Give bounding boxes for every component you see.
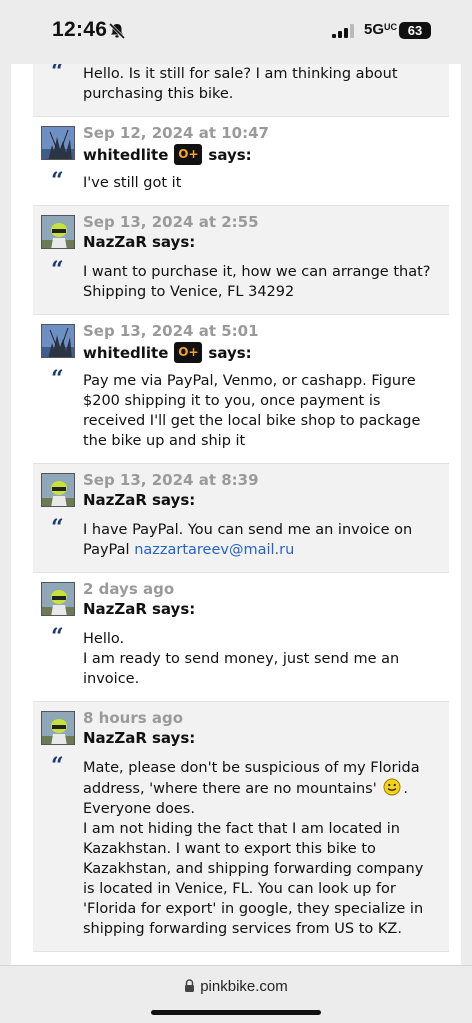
comment-body: “ I want to purchase it, how we can arra… (33, 257, 449, 302)
quote-icon: “ (51, 366, 64, 392)
says-label: says: (208, 343, 252, 362)
comment-date: 8 hours ago (83, 709, 184, 727)
author-name[interactable]: NazZaR (83, 600, 147, 618)
lock-icon (185, 979, 195, 992)
comment-date: Sep 12, 2024 at 10:47 (83, 124, 269, 142)
author-name[interactable]: NazZaR (83, 233, 147, 251)
comment-body: “ Pay me via PayPal, Venmo, or cashapp. … (33, 366, 449, 451)
avatar-image (42, 325, 74, 357)
comment-author-line: NazZaR says: (83, 729, 195, 747)
says-label: says: (151, 729, 196, 747)
comment-date: Sep 13, 2024 at 8:39 (83, 471, 259, 489)
plus-badge-icon: O+ (174, 342, 203, 363)
comment-text: Hello. Is it still for sale? I am thinki… (83, 66, 398, 102)
home-indicator[interactable] (151, 1010, 321, 1015)
comment-body: “ Hello. I am ready to send money, just … (33, 624, 449, 689)
comment-header: 2 days ago NazZaR says: (41, 580, 449, 623)
status-time: 12:46 (52, 18, 108, 41)
comment-header: Sep 13, 2024 at 5:01 whitedlite O+ says: (41, 322, 449, 365)
avatar[interactable] (41, 711, 75, 745)
comment-body: “ Mate, please don't be suspicious of my… (33, 753, 449, 939)
says-label: says: (151, 233, 196, 251)
avatar[interactable] (41, 324, 75, 358)
comment-list: “ Hello. Is it still for sale? I am thin… (33, 64, 449, 952)
smiley-icon (383, 778, 401, 796)
comment-date: Sep 13, 2024 at 2:55 (83, 213, 259, 231)
avatar[interactable] (41, 215, 75, 249)
avatar[interactable] (41, 126, 75, 160)
avatar-image (42, 712, 74, 744)
author-name[interactable]: whitedlite (83, 344, 168, 362)
quote-icon: “ (51, 257, 64, 283)
comment-text: Hello. (83, 631, 125, 647)
comment-date: 2 days ago (83, 580, 175, 598)
comment-author-line: NazZaR says: (83, 233, 195, 251)
comment: Sep 13, 2024 at 8:39 NazZaR says: “ I ha… (33, 464, 449, 573)
comment-text: Pay me via PayPal, Venmo, or cashapp. Fi… (83, 373, 421, 449)
avatar[interactable] (41, 473, 75, 507)
signal-icon (332, 24, 354, 38)
quote-icon: “ (51, 168, 64, 194)
comment: Sep 13, 2024 at 5:01 whitedlite O+ says:… (33, 315, 449, 464)
comment-body: “ Hello. Is it still for sale? I am thin… (33, 64, 449, 104)
comment-text: Shipping to Venice, FL 34292 (83, 284, 295, 300)
says-label: says: (151, 491, 196, 509)
comment-author-line: whitedlite O+ says: (83, 144, 252, 165)
comment: 8 hours ago NazZaR says: “ Mate, please … (33, 702, 449, 952)
comment: Sep 13, 2024 at 2:55 NazZaR says: “ I wa… (33, 206, 449, 315)
url-display[interactable]: pinkbike.com (0, 978, 472, 995)
quote-icon: “ (51, 64, 64, 85)
author-name[interactable]: whitedlite (83, 146, 168, 164)
network-label: 5GUC (364, 21, 398, 38)
bell-muted-icon (108, 22, 126, 40)
url-bar[interactable]: pinkbike.com (0, 965, 472, 1023)
url-domain: pinkbike.com (200, 978, 288, 995)
avatar[interactable] (41, 582, 75, 616)
avatar-image (42, 583, 74, 615)
comment-date: Sep 13, 2024 at 5:01 (83, 322, 259, 340)
says-label: says: (208, 145, 252, 164)
avatar-image (42, 474, 74, 506)
quote-icon: “ (51, 753, 64, 779)
page-content[interactable]: “ Hello. Is it still for sale? I am thin… (11, 64, 461, 965)
comment-text: I've still got it (83, 175, 182, 191)
status-bar: 12:46 5GUC 63 (0, 0, 472, 64)
battery-level: 63 (399, 22, 431, 39)
comment: Sep 12, 2024 at 10:47 whitedlite O+ says… (33, 117, 449, 206)
comment-header: Sep 12, 2024 at 10:47 whitedlite O+ says… (41, 124, 449, 167)
avatar-image (42, 216, 74, 248)
comment-header: 8 hours ago NazZaR says: (41, 709, 449, 752)
avatar-image (42, 127, 74, 159)
quote-icon: “ (51, 515, 64, 541)
comment-body: “ I have PayPal. You can send me an invo… (33, 515, 449, 560)
quote-icon: “ (51, 624, 64, 650)
comment-header: Sep 13, 2024 at 2:55 NazZaR says: (41, 213, 449, 256)
comment-text: I am ready to send money, just send me a… (83, 651, 400, 687)
author-name[interactable]: NazZaR (83, 729, 147, 747)
comment: “ Hello. Is it still for sale? I am thin… (33, 64, 449, 117)
comment-header: Sep 13, 2024 at 8:39 NazZaR says: (41, 471, 449, 514)
email-link[interactable]: nazzartareev@mail.ru (134, 542, 294, 558)
plus-badge-icon: O+ (174, 144, 203, 165)
comment-text: I am not hiding the fact that I am locat… (83, 821, 424, 937)
comment-body: “ I've still got it (33, 168, 449, 194)
author-name[interactable]: NazZaR (83, 491, 147, 509)
says-label: says: (151, 600, 196, 618)
comment-text: I have PayPal. You can send me an invoic… (83, 522, 413, 558)
comment-author-line: NazZaR says: (83, 491, 195, 509)
comment-text: I want to purchase it, how we can arrang… (83, 264, 431, 280)
comment-author-line: whitedlite O+ says: (83, 342, 252, 363)
comment-text: Mate, please don't be suspicious of my F… (83, 760, 420, 817)
comment-author-line: NazZaR says: (83, 600, 195, 618)
comment: 2 days ago NazZaR says: “ Hello. I am re… (33, 573, 449, 702)
